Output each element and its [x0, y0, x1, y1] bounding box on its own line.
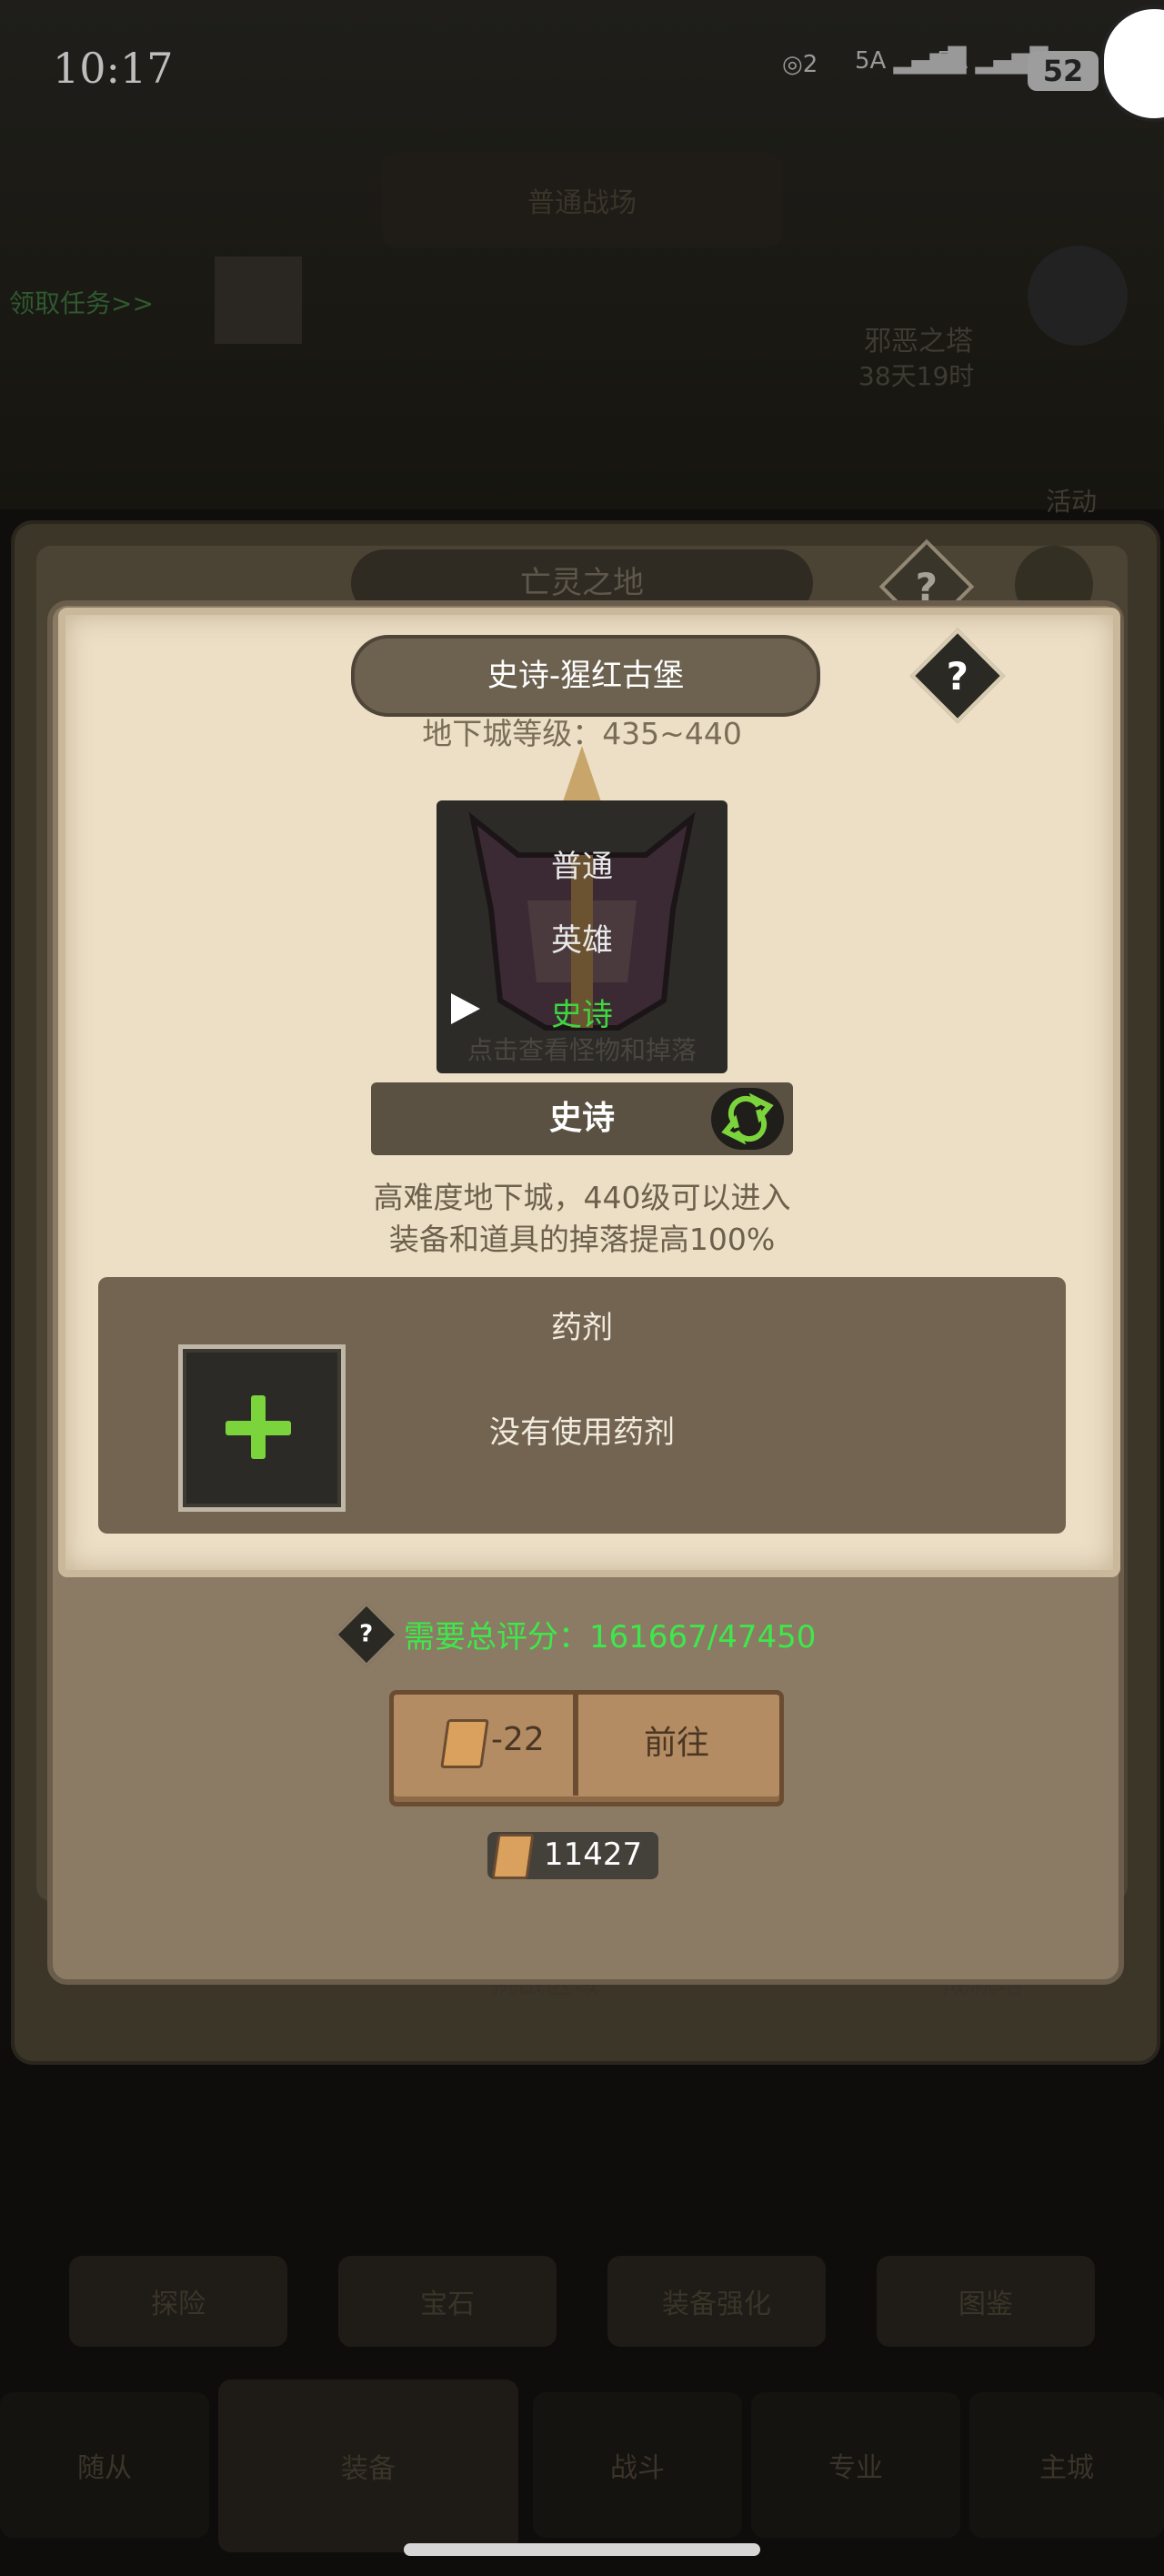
add-icon-bar: [226, 1421, 291, 1435]
refresh-icon[interactable]: [711, 1088, 784, 1150]
nav-followers-label: 随从: [77, 2452, 132, 2484]
bg-gear-icon: [1028, 246, 1128, 346]
bg-battle-label: 普通战场: [527, 187, 637, 219]
bg-activity-label: 活动: [1046, 487, 1098, 517]
difficulty-option-normal[interactable]: 普通: [436, 841, 728, 886]
difficulty-selector-label: 史诗: [548, 1100, 615, 1137]
ticket-balance-value: 11427: [544, 1836, 643, 1873]
dungeon-desc-1: 高难度地下城，440级可以进入: [373, 1180, 791, 1215]
nav-city: 主城: [969, 2392, 1164, 2538]
bg-tower-sub: 38天19时: [858, 361, 975, 391]
bg-battle-button: 普通战场: [382, 153, 782, 247]
nav-followers: 随从: [0, 2392, 209, 2538]
hotspot-icon: ◎2: [782, 51, 818, 78]
hotspot-count: 2: [802, 51, 818, 78]
nav-city-label: 主城: [1039, 2452, 1094, 2484]
bg-door-icon: [215, 257, 302, 344]
signal-label-1: 5A: [855, 47, 887, 75]
nav-battle-label: 战斗: [610, 2452, 665, 2484]
requirement-score: 需要总评分：161667/47450: [404, 1619, 817, 1655]
background-top: [0, 0, 1164, 509]
bg-task-link: 领取任务>>: [9, 288, 154, 318]
potion-title: 药剂: [551, 1310, 613, 1346]
bg-gem-button: 宝石: [338, 2256, 557, 2347]
dungeon-title: 史诗-猩红古堡: [351, 635, 820, 717]
bg-gem-label: 宝石: [420, 2289, 475, 2320]
balance-scroll-icon: [491, 1834, 535, 1879]
nav-battle: 战斗: [533, 2392, 742, 2538]
scroll-ticket-icon: [440, 1719, 489, 1768]
signal-label-2: 5A: [937, 47, 968, 75]
bg-codex-button: 图鉴: [877, 2256, 1095, 2347]
ticket-cost: -22: [491, 1721, 545, 1758]
boss-hint: 点击查看怪物和掉落: [467, 1035, 697, 1065]
status-time: 10:17: [53, 44, 174, 93]
nav-equipment: 装备: [218, 2380, 518, 2552]
difficulty-option-hero[interactable]: 英雄: [436, 915, 728, 960]
difficulty-option-epic[interactable]: 史诗: [436, 990, 728, 1034]
bg-tower-label: 邪恶之塔: [864, 326, 973, 357]
battery-icon: 52: [1028, 51, 1099, 91]
dungeon-desc-2: 装备和道具的掉落提高100%: [388, 1222, 776, 1257]
system-home-indicator[interactable]: [404, 2543, 760, 2556]
bg-enhance-label: 装备强化: [662, 2289, 771, 2320]
bg-enhance-button: 装备强化: [607, 2256, 826, 2347]
bg-codex-label: 图鉴: [958, 2289, 1013, 2320]
refresh-arrows: [721, 1093, 774, 1144]
no-potion-text: 没有使用药剂: [489, 1414, 675, 1451]
nav-profession-label: 专业: [828, 2452, 883, 2484]
bg-explore-button: 探险: [69, 2256, 287, 2347]
bg-explore-label: 探险: [151, 2289, 206, 2320]
nav-profession: 专业: [751, 2392, 960, 2538]
go-button[interactable]: 前往: [578, 1690, 775, 1797]
nav-equipment-label: 装备: [341, 2453, 396, 2485]
